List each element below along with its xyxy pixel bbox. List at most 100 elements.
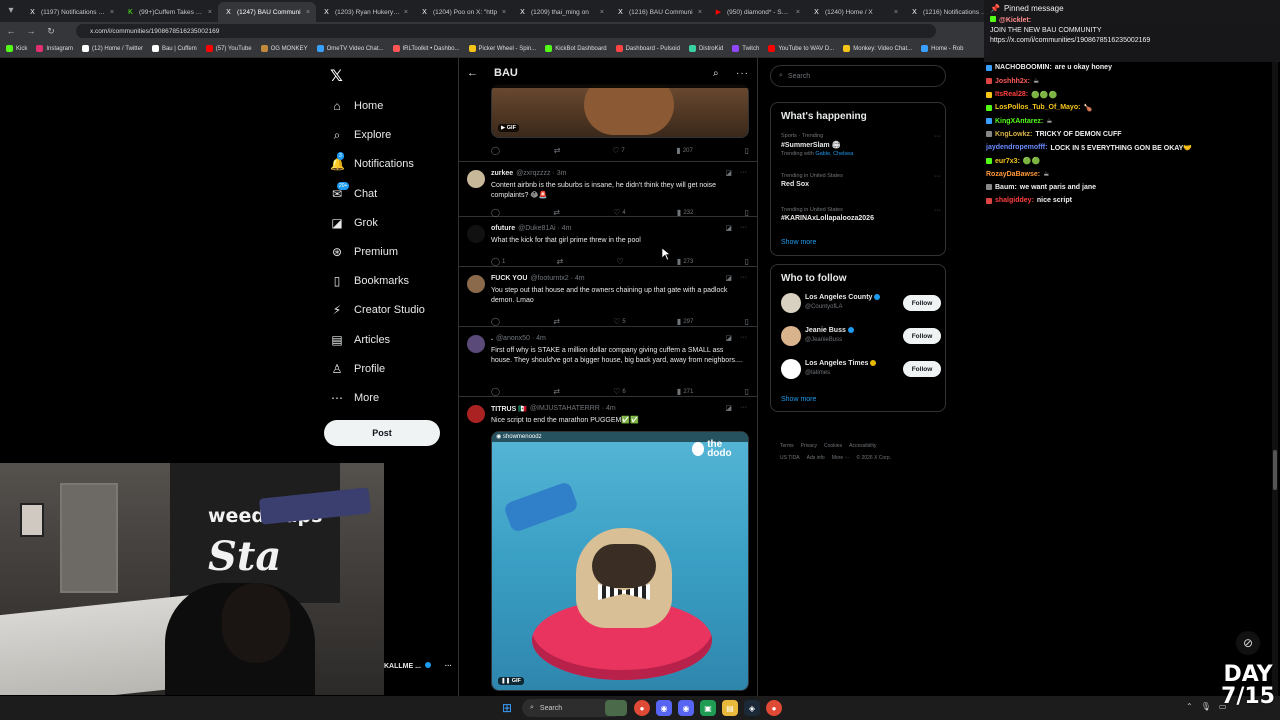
tweet[interactable]: FUCK YOU @footurntx2 · 4m ◪ ··· You step out… — [459, 267, 757, 327]
grok-icon[interactable]: ◪ — [725, 334, 732, 342]
bookmark-item[interactable]: (12) Home / Twitter — [82, 45, 143, 52]
bookmark-button[interactable]: ▯ — [745, 317, 749, 326]
tray-chevron-icon[interactable]: ⌃ — [1186, 702, 1193, 711]
nav-item-home[interactable]: ⌂ Home — [330, 94, 383, 118]
nav-item-articles[interactable]: ▤ Articles — [330, 328, 390, 352]
file-explorer-icon[interactable]: ▤ — [722, 700, 738, 716]
reload-icon[interactable]: ↻ — [46, 26, 56, 37]
taskbar-widget-icon[interactable] — [605, 700, 627, 716]
reply-button[interactable]: ◯ 1 — [491, 257, 505, 266]
windows-start-icon[interactable]: ⊞ — [500, 701, 514, 715]
reply-button[interactable]: ◯ — [491, 208, 502, 217]
nav-item-explore[interactable]: ⌕ Explore — [330, 123, 392, 147]
bookmark-item[interactable]: YouTube to WAV D... — [768, 45, 834, 52]
tweet-author-handle[interactable]: @IMJUSTAHATERRR · 4m — [530, 405, 616, 413]
bookmark-item[interactable]: Home - Rob — [921, 45, 964, 52]
close-tab-icon[interactable]: × — [698, 9, 702, 16]
footer-link[interactable]: Ads info — [807, 455, 825, 461]
avatar[interactable] — [467, 405, 485, 423]
views-button[interactable]: ▮ 297 — [677, 317, 693, 326]
back-arrow-icon[interactable]: ← — [6, 26, 16, 36]
tweet[interactable]: zurkee @zxrqzzzz · 3m ◪ ··· Content airbnb i… — [459, 162, 757, 217]
nav-item-chat[interactable]: ✉ 20+ Chat — [330, 181, 377, 206]
grok-icon[interactable]: ◪ — [725, 224, 732, 232]
bookmark-item[interactable]: Picker Wheel - Spin... — [468, 45, 536, 52]
bookmark-item[interactable]: Monkey: Video Chat... — [843, 45, 912, 52]
trend-item[interactable]: Sports · Trending #SummerSlam 🏟 Trending w… — [781, 133, 941, 157]
post-button[interactable]: Post — [324, 420, 440, 446]
nav-item-profile[interactable]: ♙ Profile — [330, 357, 386, 381]
grok-icon[interactable]: ◪ — [725, 404, 732, 412]
close-tab-icon[interactable]: × — [502, 9, 506, 16]
tweet-author-handle[interactable]: @Duke81Ai · 4m — [518, 225, 571, 232]
retweet-button[interactable]: ⇄ — [553, 387, 562, 396]
views-button[interactable]: ▮ 232 — [677, 208, 693, 217]
reply-button[interactable]: ◯ — [491, 146, 502, 155]
footer-link[interactable]: Terms — [780, 443, 794, 449]
more-options-icon[interactable]: ··· — [736, 68, 749, 79]
close-tab-icon[interactable]: × — [894, 9, 898, 16]
browser-tab[interactable]: X (1209) thai_ming on × — [512, 2, 610, 22]
nav-item-grok[interactable]: ◪ Grok — [330, 211, 378, 235]
more-options-icon[interactable]: ··· — [934, 207, 941, 214]
show-more-link[interactable]: Show more — [781, 239, 816, 246]
chat-username[interactable]: RozayDaBawse: — [986, 171, 1040, 178]
nav-item-more[interactable]: ⋯ More — [330, 386, 379, 410]
bookmark-button[interactable]: ▯ — [745, 146, 749, 155]
more-options-icon[interactable]: ··· — [740, 169, 747, 177]
chat-username[interactable]: KngLowkz: — [995, 131, 1032, 138]
steam-icon[interactable]: ◈ — [744, 700, 760, 716]
avatar[interactable] — [781, 293, 801, 313]
bookmark-item[interactable]: KickBot Dashboard — [545, 45, 607, 52]
more-options-icon[interactable]: ··· — [740, 404, 747, 412]
footer-link[interactable]: Privacy — [801, 443, 817, 449]
bookmark-item[interactable]: Twitch — [732, 45, 759, 52]
more-options-icon[interactable]: ··· — [740, 224, 747, 232]
bookmark-item[interactable]: Instagram — [36, 45, 73, 52]
follow-button[interactable]: Follow — [903, 361, 941, 377]
avatar[interactable] — [781, 326, 801, 346]
pinned-link[interactable]: https://x.com/i/communities/190867851623… — [990, 37, 1274, 44]
trend-item[interactable]: Trending in United States #KARINAxLollapa… — [781, 207, 941, 222]
views-button[interactable]: ▮ 273 — [677, 257, 693, 266]
streamer-logo-icon[interactable]: ⊘ — [1236, 631, 1260, 655]
chrome-icon[interactable]: ● — [766, 700, 782, 716]
close-tab-icon[interactable]: × — [306, 9, 310, 16]
tweet-author-name[interactable]: . — [491, 335, 493, 342]
footer-link[interactable]: US TIDA — [780, 455, 800, 461]
bookmark-item[interactable]: Kick — [6, 45, 27, 52]
tweet-author-handle[interactable]: @footurntx2 · 4m — [530, 275, 584, 282]
retweet-button[interactable]: ⇄ — [554, 146, 561, 155]
reply-button[interactable]: ◯ — [491, 317, 502, 326]
footer-link[interactable]: © 2026 X Corp. — [857, 455, 892, 461]
scrollbar-thumb[interactable] — [1273, 450, 1277, 490]
bookmark-button[interactable]: ▯ — [745, 257, 749, 266]
tweet[interactable]: . @anonx50 · 4m ◪ ··· First off why is STAKE… — [459, 327, 757, 397]
footer-link[interactable]: More ··· — [832, 455, 850, 461]
nav-item-notifications[interactable]: 🔔 3 Notifications — [330, 152, 414, 176]
tab-search-icon[interactable]: ▾ — [4, 4, 18, 18]
avatar[interactable] — [467, 225, 485, 243]
retweet-button[interactable]: ⇄ — [553, 208, 562, 217]
like-button[interactable]: ♡ 7 — [612, 146, 625, 155]
nav-item-creator-studio[interactable]: ⚡ Creator Studio — [330, 298, 425, 322]
grok-icon[interactable]: ◪ — [725, 169, 732, 177]
trend-item[interactable]: Trending in United States Red Sox ··· — [781, 173, 941, 188]
back-arrow-icon[interactable]: ← — [467, 67, 478, 79]
grok-icon[interactable]: ◪ — [725, 274, 732, 282]
chrome-icon[interactable]: ● — [634, 700, 650, 716]
app-icon[interactable]: ▣ — [700, 700, 716, 716]
tweet-author-name[interactable]: zurkee — [491, 170, 513, 177]
follow-suggestion[interactable]: Jeanie Buss @JeanieBuss Follow — [781, 326, 941, 350]
nav-item-premium[interactable]: ⊛ Premium — [330, 240, 398, 264]
tweet-author-handle[interactable]: @anonx50 · 4m — [496, 335, 546, 342]
close-tab-icon[interactable]: × — [796, 9, 800, 16]
browser-tab[interactable]: X (1216) BAU Communi × — [610, 2, 708, 22]
x-logo-icon[interactable]: 𝕏 — [330, 66, 343, 86]
avatar[interactable] — [781, 359, 801, 379]
search-input[interactable]: ⌕ Search — [770, 65, 946, 87]
follow-button[interactable]: Follow — [903, 295, 941, 311]
bookmark-item[interactable]: Bau | Cuffem — [151, 45, 197, 52]
forward-arrow-icon[interactable]: → — [26, 26, 36, 36]
browser-tab[interactable]: X (1247) BAU Communi × — [218, 2, 316, 22]
